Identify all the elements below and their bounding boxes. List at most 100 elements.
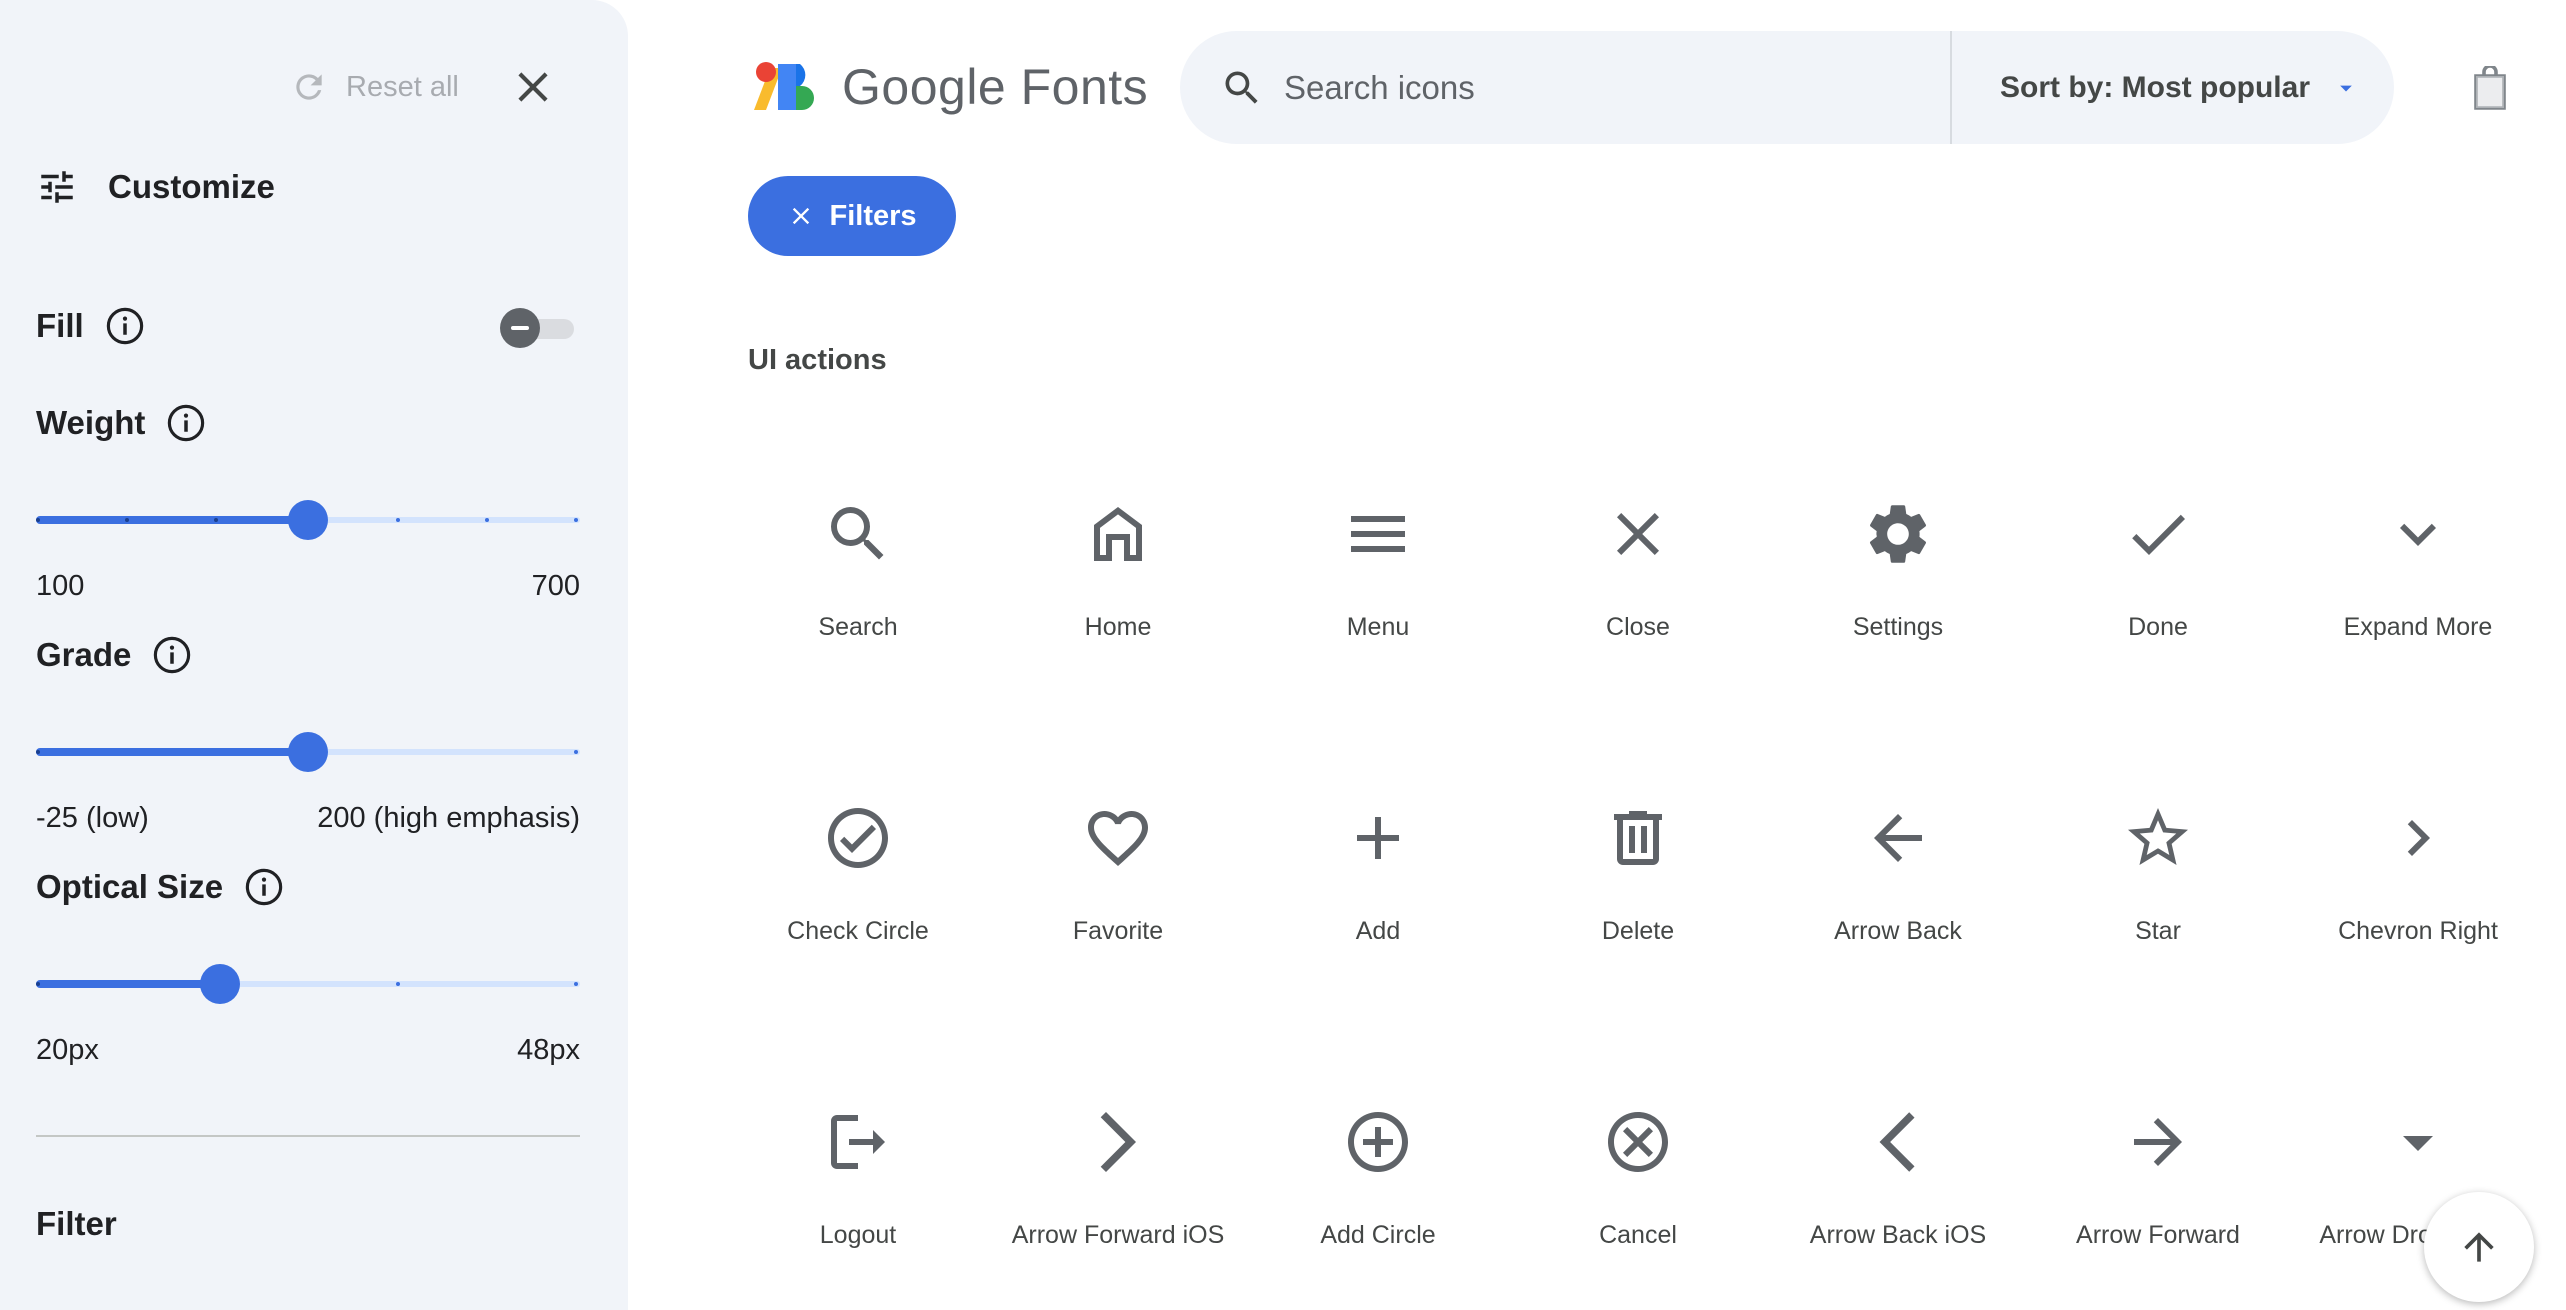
refresh-icon [296,74,322,100]
icon-card-arrow-forward[interactable]: Arrow Forward [2038,1106,2278,1310]
slider-tick [36,750,40,754]
info-icon[interactable] [243,866,285,908]
info-icon[interactable] [151,634,193,676]
icon-card-expand-more[interactable]: Expand More [2298,498,2538,748]
icon-label: Close [1606,613,1670,641]
icon-card-arrow-back-ios[interactable]: Arrow Back iOS [1778,1106,2018,1310]
sort-dropdown[interactable]: Sort by: Most popular [2000,31,2360,144]
slider-tick [36,518,40,522]
shopping-bag-icon[interactable] [2470,66,2510,110]
slider-tick [574,982,578,986]
favorite-icon [1088,811,1148,867]
chevron-right-icon [2407,820,2430,856]
grade-slider[interactable] [36,730,580,774]
icon-card-logout[interactable]: Logout [738,1106,978,1310]
icon-card-star[interactable]: Star [2038,802,2278,1052]
slider-tick [36,982,40,986]
add-icon [1357,817,1399,859]
icon-card-search[interactable]: Search [738,498,978,748]
search-bar: Sort by: Most popular [1180,31,2394,144]
google-fonts-logo[interactable]: Google Fonts [750,58,1148,116]
icon-label: Favorite [1072,917,1164,945]
slider-fill [36,748,308,756]
star-icon [2128,808,2188,865]
cancel-icon [1608,1112,1668,1172]
icon-card-done[interactable]: Done [2038,498,2278,748]
icon-card-check-circle[interactable]: Check Circle [738,802,978,1052]
icon-card-arrow-back[interactable]: Arrow Back [1778,802,2018,1052]
slider-tick [396,982,400,986]
slider-tick [396,518,400,522]
slider-tick [485,518,489,522]
optical-size-label: Optical Size [36,868,224,905]
optical-size-control-row: Optical Size [36,866,285,908]
icon-label: Arrow Back iOS [1809,1221,1987,1249]
expand-more-icon [2400,523,2436,546]
reset-all-button[interactable]: Reset all [290,62,459,112]
icon-card-add[interactable]: Add [1258,802,1498,1052]
grade-slider-thumb[interactable] [288,732,328,772]
arrow-forward-icon [2134,1118,2182,1166]
home-icon [1094,507,1142,561]
close-sidebar-icon[interactable] [508,62,558,112]
optical-size-slider-thumb[interactable] [200,964,240,1004]
scroll-to-top-button[interactable] [2424,1192,2534,1302]
weight-label: Weight [36,404,146,441]
check-circle-icon [828,808,888,868]
slider-tick [214,518,218,522]
icon-card-settings[interactable]: Settings [1778,498,2018,748]
icon-label: Done [2128,613,2188,641]
arrow-forward-ios-icon [1100,1112,1136,1172]
filters-label: Filters [829,199,917,232]
icon-card-arrow-forward-ios[interactable]: Arrow Forward iOS [998,1106,1238,1310]
icon-label: Arrow Forward iOS [1011,1221,1225,1249]
grade-control-row: Grade [36,634,193,676]
arrow-back-icon [1874,814,1922,862]
icon-card-home[interactable]: Home [998,498,1238,748]
dropdown-arrow-icon [2340,85,2352,91]
brand-name: Google Fonts [842,59,1149,115]
arrow-upward-icon [2464,1232,2494,1262]
optical-size-slider[interactable] [36,962,580,1006]
info-icon[interactable] [165,402,207,444]
arrow-drop-down-icon [2403,1136,2433,1151]
icon-card-add-circle[interactable]: Add Circle [1258,1106,1498,1310]
icon-label: Add [1355,917,1401,945]
icon-card-chevron-right[interactable]: Chevron Right [2298,802,2538,1052]
weight-range-labels: 100 700 [36,570,580,603]
customize-sidebar: Reset all Customize Fill Weight 100 700 … [0,0,628,1310]
add-circle-icon [1348,1112,1408,1172]
icon-card-cancel[interactable]: Cancel [1518,1106,1758,1310]
info-icon[interactable] [104,305,146,347]
sidebar-divider [36,1135,580,1137]
google-fonts-logo-icon [754,62,814,110]
close-icon [793,207,810,225]
icon-label: Logout [819,1221,897,1249]
search-icon [1225,71,1258,104]
arrow-back-ios-icon [1879,1112,1915,1172]
search-input[interactable] [1284,68,1964,107]
close-icon [1617,513,1659,555]
slider-fill [36,516,308,524]
sort-separator [1950,31,1952,144]
fill-control-row: Fill [36,305,146,347]
fill-toggle-knob [500,308,540,348]
section-title: UI actions [748,344,887,376]
filters-button[interactable]: Filters [748,176,956,256]
icon-card-favorite[interactable]: Favorite [998,802,1238,1052]
slider-tick [125,518,129,522]
weight-control-row: Weight [36,402,207,444]
icon-label: Arrow Back [1834,917,1962,945]
icon-label: Arrow Forward [2076,1221,2240,1249]
menu-icon [1351,516,1405,552]
fill-toggle[interactable] [500,308,574,348]
weight-slider[interactable] [36,498,580,542]
icon-label: Search [818,613,898,641]
icon-card-delete[interactable]: Delete [1518,802,1758,1052]
weight-slider-thumb[interactable] [288,500,328,540]
icon-label: Home [1084,613,1152,641]
icon-label: Menu [1346,613,1410,641]
weight-max-label: 700 [531,570,580,602]
icon-card-close[interactable]: Close [1518,498,1758,748]
icon-card-menu[interactable]: Menu [1258,498,1498,748]
